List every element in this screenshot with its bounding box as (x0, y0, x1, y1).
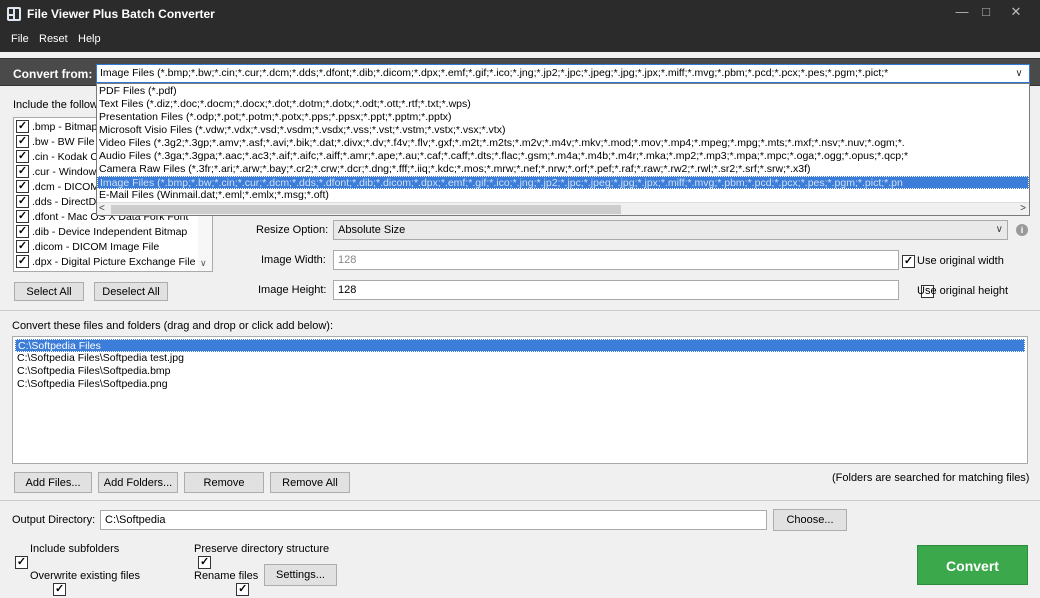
image-height-label: Image Height: (258, 284, 327, 296)
list-item[interactable]: C:\Softpedia Files (15, 339, 1025, 352)
list-item[interactable]: C:\Softpedia Files\Softpedia.png (15, 378, 1025, 391)
remove-all-button[interactable]: Remove All (270, 472, 350, 493)
list-item[interactable]: ✓ .dicom - DICOM Image File (16, 240, 196, 255)
dropdown-option[interactable]: Microsoft Visio Files (*.vdw;*.vdx;*.vsd… (97, 124, 1029, 137)
convert-from-label: Convert from: (13, 67, 93, 81)
include-label: Include the follow (13, 99, 98, 111)
resize-option-select[interactable]: Absolute Size ∨ (333, 220, 1008, 240)
checkbox-checked-icon[interactable]: ✓ (902, 255, 915, 268)
dropdown-option[interactable]: Text Files (*.diz;*.doc;*.docm;*.docx;*.… (97, 98, 1029, 111)
close-icon[interactable]: ✕ (1004, 3, 1028, 21)
convert-from-select[interactable]: Image Files (*.bmp;*.bw;*.cin;*.cur;*.dc… (96, 64, 1030, 83)
folders-note: (Folders are searched for matching files… (832, 472, 1030, 484)
checkbox-checked-icon[interactable]: ✓ (236, 583, 250, 596)
extension-label: .dpx - Digital Picture Exchange File (32, 256, 196, 268)
resize-option-label: Resize Option: (256, 224, 329, 236)
window-title: File Viewer Plus Batch Converter (27, 7, 215, 21)
convert-from-bar: Convert from: Image Files (*.bmp;*.bw;*.… (0, 58, 1040, 86)
dropdown-option[interactable]: Audio Files (*.3ga;*.3gpa;*.aac;*.ac3;*.… (97, 150, 1029, 163)
chevron-down-icon[interactable]: ∨ (1013, 65, 1025, 82)
extension-label: .dib - Device Independent Bitmap (32, 226, 188, 238)
minimize-icon[interactable]: — (950, 3, 974, 21)
chevron-left-icon[interactable]: < (99, 203, 105, 214)
add-folders-button[interactable]: Add Folders... (98, 472, 178, 493)
convert-from-dropdown[interactable]: PDF Files (*.pdf) Text Files (*.diz;*.do… (96, 83, 1030, 216)
dropdown-option[interactable]: Camera Raw Files (*.3fr;*.ari;*.arw;*.ba… (97, 163, 1029, 176)
remove-button[interactable]: Remove (184, 472, 264, 493)
dropdown-option-selected[interactable]: Image Files (*.bmp;*.bw;*.cin;*.cur;*.dc… (97, 176, 1029, 189)
extension-label: .cur - Window (32, 166, 97, 178)
rename-files-label[interactable]: Rename files (194, 570, 258, 582)
file-list[interactable]: C:\Softpedia Files C:\Softpedia Files\So… (12, 336, 1028, 464)
include-subfolders-label[interactable]: Include subfolders (30, 543, 119, 555)
chevron-down-icon[interactable]: ∨ (996, 221, 1003, 239)
convert-button[interactable]: Convert (917, 545, 1028, 585)
dropdown-option[interactable]: Video Files (*.3g2;*.3gp;*.amv;*.asf;*.a… (97, 137, 1029, 150)
checkbox-checked-icon[interactable]: ✓ (16, 255, 29, 268)
checkbox-checked-icon[interactable]: ✓ (16, 195, 29, 208)
extension-label: .dds - DirectD (32, 196, 97, 208)
checkbox-checked-icon[interactable]: ✓ (16, 225, 29, 238)
image-width-label: Image Width: (261, 254, 326, 266)
select-all-button[interactable]: Select All (14, 282, 84, 301)
divider (0, 500, 1040, 501)
extension-label: .cin - Kodak C (32, 151, 98, 163)
files-header: Convert these files and folders (drag an… (12, 320, 334, 332)
list-item[interactable]: ✓ .dib - Device Independent Bitmap (16, 225, 196, 240)
checkbox-checked-icon[interactable]: ✓ (15, 556, 28, 569)
checkbox-checked-icon[interactable]: ✓ (16, 210, 29, 223)
list-item[interactable]: C:\Softpedia Files\Softpedia.bmp (15, 365, 1025, 378)
checkbox-checked-icon[interactable]: ✓ (16, 165, 29, 178)
info-icon[interactable]: i (1016, 224, 1028, 236)
list-item[interactable]: C:\Softpedia Files\Softpedia test.jpg (15, 352, 1025, 365)
output-directory-input[interactable]: C:\Softpedia (100, 510, 767, 530)
use-original-width-label[interactable]: Use original width (917, 255, 1004, 267)
dropdown-option[interactable]: PDF Files (*.pdf) (97, 85, 1029, 98)
image-width-input[interactable]: 128 (333, 250, 899, 270)
preserve-structure-label[interactable]: Preserve directory structure (194, 543, 329, 555)
dropdown-option[interactable]: Presentation Files (*.odp;*.pot;*.potm;*… (97, 111, 1029, 124)
deselect-all-button[interactable]: Deselect All (94, 282, 168, 301)
checkbox-checked-icon[interactable]: ✓ (198, 556, 212, 569)
chevron-right-icon[interactable]: > (1020, 203, 1026, 214)
checkbox-checked-icon[interactable]: ✓ (16, 135, 29, 148)
output-directory-label: Output Directory: (12, 514, 96, 526)
maximize-icon[interactable]: □ (974, 3, 998, 21)
extension-label: .bw - BW File (32, 136, 95, 148)
choose-button[interactable]: Choose... (773, 509, 847, 531)
use-original-height-label[interactable]: Use original height (917, 285, 1008, 297)
checkbox-checked-icon[interactable]: ✓ (16, 120, 29, 133)
scrollbar-thumb[interactable] (111, 205, 621, 214)
dropdown-option[interactable]: E-Mail Files (Winmail.dat;*.eml;*.emlx;*… (97, 189, 1029, 202)
checkbox-checked-icon[interactable]: ✓ (16, 180, 29, 193)
checkbox-checked-icon[interactable]: ✓ (16, 240, 29, 253)
resize-option-value: Absolute Size (338, 224, 406, 236)
menu-help[interactable]: Help (78, 33, 101, 45)
checkbox-checked-icon[interactable]: ✓ (53, 583, 67, 596)
extension-label: .dcm - DICOM (32, 181, 100, 193)
app-logo-icon (7, 7, 21, 21)
menu-file[interactable]: File (11, 33, 29, 45)
checkbox-checked-icon[interactable]: ✓ (16, 150, 29, 163)
extension-label: .bmp - Bitmap (32, 121, 98, 133)
menu-reset[interactable]: Reset (39, 33, 68, 45)
dropdown-horizontal-scrollbar[interactable]: < > (97, 202, 1029, 215)
overwrite-label[interactable]: Overwrite existing files (30, 570, 140, 582)
add-files-button[interactable]: Add Files... (14, 472, 92, 493)
menu-bar: File Reset Help (0, 28, 1040, 52)
chevron-down-icon[interactable]: ∨ (200, 258, 207, 269)
divider (0, 310, 1040, 311)
title-bar: File Viewer Plus Batch Converter — □ ✕ (0, 0, 1040, 28)
list-item[interactable]: ✓ .dpx - Digital Picture Exchange File (16, 255, 196, 270)
convert-from-value: Image Files (*.bmp;*.bw;*.cin;*.cur;*.dc… (100, 67, 889, 79)
settings-button[interactable]: Settings... (264, 564, 337, 586)
image-height-input[interactable]: 128 (333, 280, 899, 300)
extension-label: .dicom - DICOM Image File (32, 241, 160, 253)
